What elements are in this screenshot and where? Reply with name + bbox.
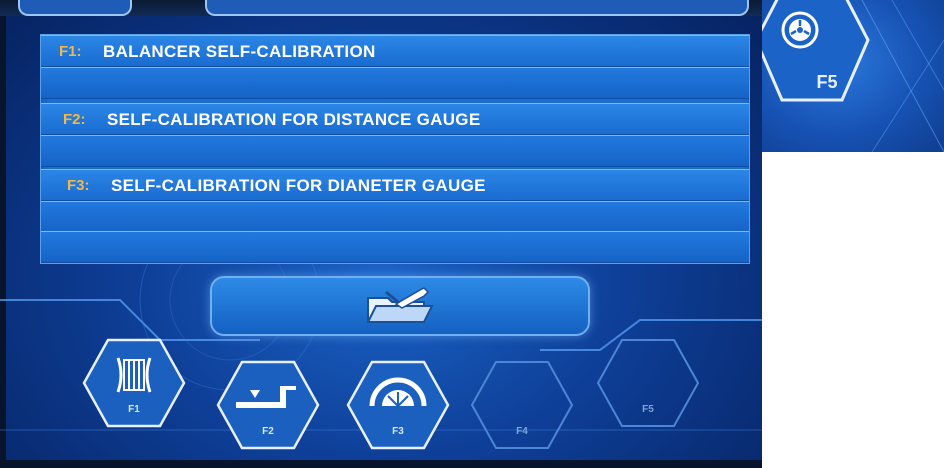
screen-bezel-top — [0, 0, 762, 16]
menu-item-key: F3: — [67, 177, 90, 194]
menu-item-distance-gauge[interactable]: F2: SELF-CALIBRATION FOR DISTANCE GAUGE — [41, 103, 749, 135]
wheel-rotate-icon — [780, 10, 820, 55]
f5-key[interactable]: F5 — [596, 338, 700, 428]
f1-key[interactable]: F1 — [82, 338, 186, 428]
tools-folder-button[interactable] — [210, 276, 590, 336]
top-tab-left — [18, 0, 132, 16]
inset-f5-label: F5 — [816, 72, 838, 92]
menu-item-label: SELF-CALIBRATION FOR DIANETER GAUGE — [111, 176, 486, 195]
menu-item-label: BALANCER SELF-CALIBRATION — [103, 42, 376, 61]
f3-key-label: F3 — [392, 426, 404, 437]
f1-key-label: F1 — [128, 404, 140, 415]
f2-key[interactable]: F2 — [216, 360, 320, 450]
menu-item-diameter-gauge[interactable]: F3: SELF-CALIBRATION FOR DIANETER GAUGE — [41, 169, 749, 201]
menu-row-blank — [41, 67, 749, 99]
f4-key[interactable]: F4 — [470, 360, 574, 450]
f2-key-label: F2 — [262, 426, 274, 437]
menu-item-label: SELF-CALIBRATION FOR DISTANCE GAUGE — [107, 110, 481, 129]
f4-key-label: F4 — [516, 426, 528, 437]
balancer-screen: F1: BALANCER SELF-CALIBRATION F2: SELF-C… — [0, 0, 762, 468]
menu-row-blank — [41, 135, 749, 167]
screen-bezel-left — [0, 0, 6, 468]
screen-bezel-bottom — [0, 460, 762, 468]
f3-key[interactable]: F3 — [346, 360, 450, 450]
menu-item-key: F1: — [59, 43, 82, 60]
calibration-menu: F1: BALANCER SELF-CALIBRATION F2: SELF-C… — [40, 34, 750, 264]
menu-row-blank — [41, 231, 749, 263]
menu-row-blank — [41, 201, 749, 233]
top-tab-main — [205, 0, 749, 16]
menu-item-balancer-calibration[interactable]: F1: BALANCER SELF-CALIBRATION — [41, 35, 749, 67]
f5-zoom-inset: F5 — [762, 0, 944, 152]
folder-wrench-icon — [362, 284, 438, 333]
f5-key-label: F5 — [642, 404, 654, 415]
menu-item-key: F2: — [63, 111, 86, 128]
